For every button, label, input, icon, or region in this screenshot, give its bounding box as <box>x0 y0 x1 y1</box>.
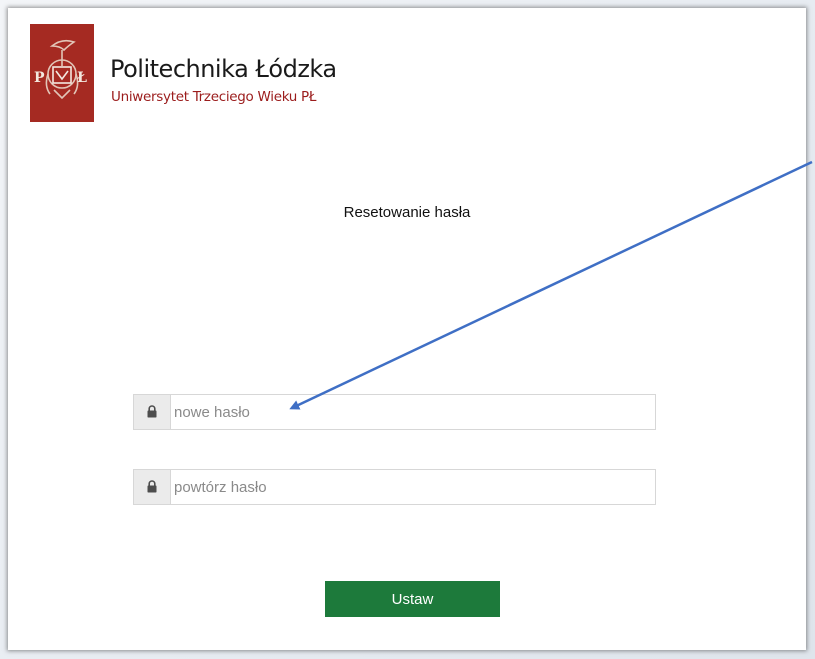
repeat-password-input[interactable] <box>171 470 654 504</box>
lock-icon <box>134 470 171 504</box>
svg-text:Ł: Ł <box>77 70 87 86</box>
svg-text:P: P <box>34 70 45 86</box>
repeat-password-field <box>133 469 656 505</box>
university-name: Politechnika Łódzka <box>110 55 337 83</box>
university-subtitle: Uniwersytet Trzeciego Wieku PŁ <box>111 89 317 105</box>
new-password-input[interactable] <box>171 395 654 429</box>
set-password-button[interactable]: Ustaw <box>325 581 500 617</box>
university-logo: P Ł <box>30 24 94 122</box>
reset-password-card: P Ł Politechnika Łódzka Uniwersytet Trze… <box>8 8 806 650</box>
lock-icon <box>134 395 171 429</box>
page-title: Resetowanie hasła <box>343 204 471 221</box>
new-password-field <box>133 394 656 430</box>
